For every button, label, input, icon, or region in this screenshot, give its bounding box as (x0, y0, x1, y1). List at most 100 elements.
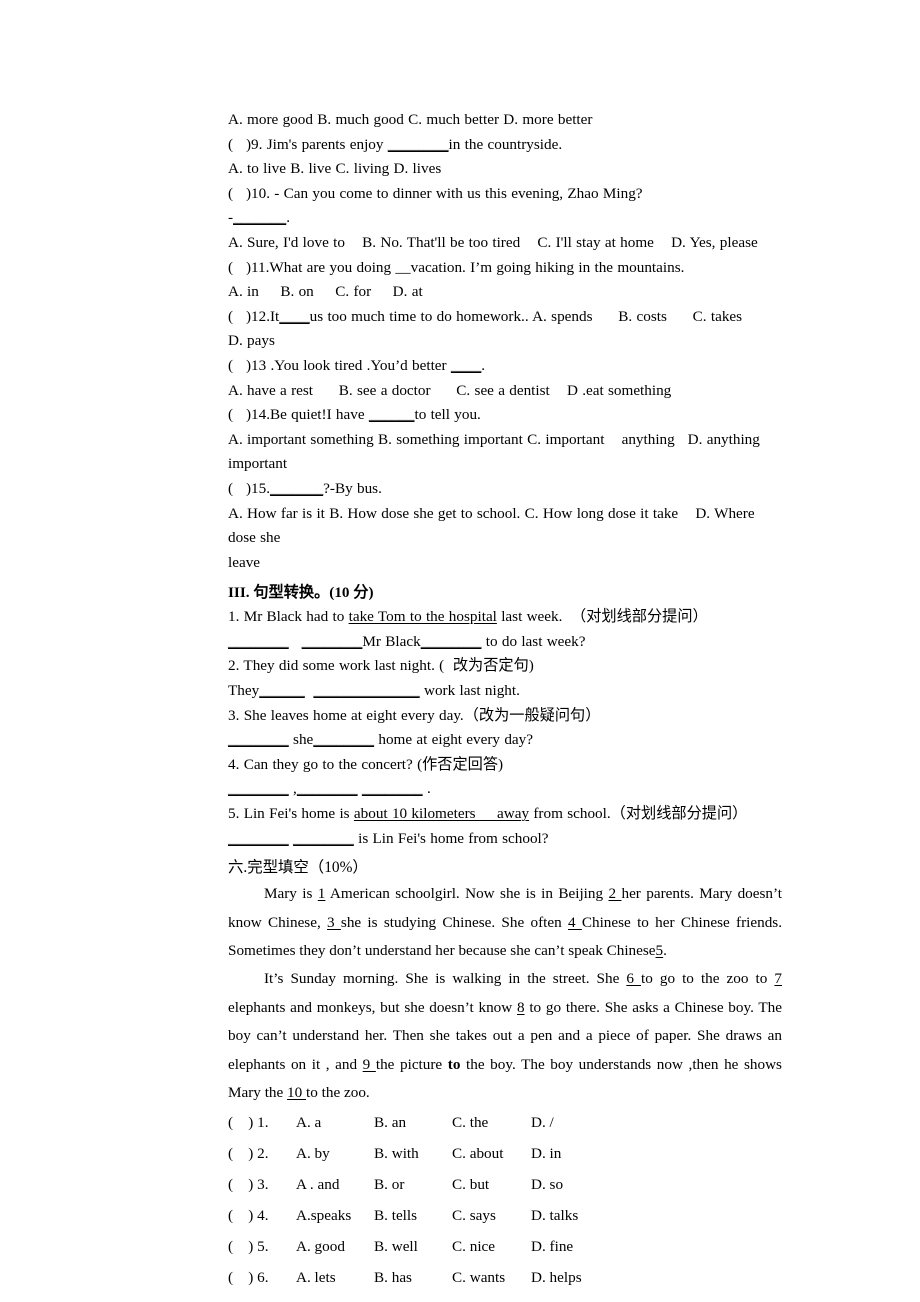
cloze-option-a[interactable]: A. good (296, 1231, 374, 1262)
cloze-option-row: ( ) 3. A . and B. or C. but D. so (228, 1169, 782, 1200)
q10-blank[interactable]: _______ (233, 209, 286, 226)
q14-suffix: to tell you. (414, 406, 481, 424)
cloze-option-c[interactable]: C. nice (452, 1231, 531, 1262)
s3q1-rest: last week. （对划线部分提问） (496, 608, 708, 626)
q9-suffix: in the countryside. (448, 135, 563, 153)
q10-options: A. Sure, I'd love to B. No. That'll be t… (228, 233, 758, 251)
q14-blank[interactable]: ______ (369, 406, 415, 423)
cloze-option-c[interactable]: C. says (452, 1200, 531, 1231)
q14-options: A. important something B. something impo… (228, 430, 765, 473)
q14-prefix: ( )14.Be quiet!I have (228, 406, 369, 424)
q15-options: A. How far is it B. How dose she get to … (228, 504, 759, 547)
q15-suffix: ?-By bus. (323, 479, 382, 497)
q8-options: A. more good B. much good C. much better… (228, 111, 593, 128)
cloze-option-number[interactable]: ( ) 3. (228, 1169, 296, 1200)
section3-question-4: 4. Can they go to the concert? (作否定回答) (228, 755, 504, 773)
question-13: ( )13 .You look tired .You’d better ____… (228, 354, 782, 379)
s3q4-blank-2[interactable]: ________ (297, 780, 358, 797)
s3q2-prefix: They (228, 682, 260, 700)
cloze-option-b[interactable]: B. has (374, 1262, 452, 1293)
s3q4-blank-3[interactable]: ________ (362, 780, 423, 797)
cloze-option-d[interactable]: D. in (531, 1138, 611, 1169)
s3q1-tail: to do last week? (481, 632, 586, 650)
q9-blank[interactable]: ________ (388, 136, 449, 153)
s3q5-rest: from school.（对划线部分提问） (529, 805, 748, 823)
cloze-blank-marker[interactable]: 3 (327, 914, 341, 931)
cloze-option-b[interactable]: B. or (374, 1169, 452, 1200)
s3q5-prefix: 5. Lin Fei's home is (228, 805, 354, 823)
s3q5-tail: is Lin Fei's home from school? (353, 829, 549, 847)
cloze-blank-marker[interactable]: 2 (608, 885, 621, 902)
s3q2-blank-3[interactable]: ________ (359, 682, 420, 699)
s3q5-blank-1[interactable]: ________ (228, 830, 289, 847)
cloze-option-a[interactable]: A. by (296, 1138, 374, 1169)
question-12: ( )12.It____us too much time to do homew… (228, 305, 782, 354)
s3q3-tail: home at eight every day? (374, 731, 533, 749)
cloze-option-d[interactable]: D. / (531, 1107, 611, 1138)
cloze-bold-word: to (447, 1055, 461, 1073)
cloze-blank-marker[interactable]: 4 (568, 914, 582, 931)
cloze-blank-marker[interactable]: 8 (517, 999, 525, 1016)
cloze-option-c[interactable]: C. the (452, 1107, 531, 1138)
q13-blank[interactable]: ____ (451, 357, 481, 374)
q11-options: A. in B. on C. for D. at (228, 283, 423, 301)
cloze-blank-marker[interactable]: 7 (774, 970, 782, 987)
cloze-option-c[interactable]: C. but (452, 1169, 531, 1200)
cloze-option-a[interactable]: A. a (296, 1107, 374, 1138)
s3q1-blank-2[interactable]: ________ (302, 633, 363, 650)
s3q2-tail: work last night. (419, 682, 520, 700)
cloze-option-d[interactable]: D. helps (531, 1262, 611, 1293)
s3q4-blank-1[interactable]: ________ (228, 780, 289, 797)
section3-question-1: 1. Mr Black had to take Tom to the hospi… (228, 605, 782, 630)
question-14: ( )14.Be quiet!I have ______to tell you. (228, 403, 782, 428)
q12-blank[interactable]: ____ (279, 308, 309, 325)
cloze-blank-marker[interactable]: 9 (363, 1056, 376, 1073)
cloze-option-a[interactable]: A. lets (296, 1262, 374, 1293)
s3q5-blank-2[interactable]: ________ (293, 830, 354, 847)
cloze-option-b[interactable]: B. an (374, 1107, 452, 1138)
cloze-blank-marker[interactable]: 5 (656, 942, 664, 959)
section3-answer-3: ________ she________ home at eight every… (228, 728, 782, 753)
s3q2-blank-1[interactable]: ______ (259, 682, 305, 699)
cloze-option-a[interactable]: A.speaks (296, 1200, 374, 1231)
q13-options: A. have a rest B. see a doctor C. see a … (228, 381, 672, 399)
section3-question-3: 3. She leaves home at eight every day.（改… (228, 706, 601, 724)
cloze-option-d[interactable]: D. so (531, 1169, 611, 1200)
cloze-option-number[interactable]: ( ) 2. (228, 1138, 296, 1169)
cloze-option-d[interactable]: D. fine (531, 1231, 611, 1262)
s3q1-gap (289, 633, 302, 650)
question-10: ( )10. - Can you come to dinner with us … (228, 184, 643, 202)
cloze-option-b[interactable]: B. well (374, 1231, 452, 1262)
q12-prefix: ( )12.It (228, 307, 280, 325)
cloze-option-row: ( ) 4. A.speaks B. tells C. says D. talks (228, 1200, 782, 1231)
cloze-text: It’s Sunday morning. She is walking in t… (264, 970, 627, 988)
cloze-option-number[interactable]: ( ) 5. (228, 1231, 296, 1262)
page-content: A. more good B. much good C. much better… (228, 108, 782, 1293)
q15-blank[interactable]: _______ (270, 480, 323, 497)
cloze-option-number[interactable]: ( ) 4. (228, 1200, 296, 1231)
s3q3-blank-1[interactable]: ________ (228, 731, 289, 748)
s3q3-blank-2[interactable]: ________ (313, 731, 374, 748)
q15-prefix: ( )15. (228, 479, 270, 497)
q9-options: A. to live B. live C. living D. lives (228, 160, 442, 178)
section3-answer-4: ________ ,________ ________ . (228, 777, 782, 802)
s3q1-blank-1[interactable]: ________ (228, 633, 289, 650)
cloze-option-a[interactable]: A . and (296, 1169, 374, 1200)
cloze-option-d[interactable]: D. talks (531, 1200, 611, 1231)
cloze-option-b[interactable]: B. with (374, 1138, 452, 1169)
cloze-passage: Mary is 1 American schoolgirl. Now she i… (228, 880, 782, 1107)
cloze-paragraph: Mary is 1 American schoolgirl. Now she i… (228, 880, 782, 965)
s3q1-blank-3[interactable]: ________ (421, 633, 482, 650)
cloze-option-b[interactable]: B. tells (374, 1200, 452, 1231)
section3-answer-2: They______ ______________ work last nigh… (228, 679, 782, 704)
cloze-option-c[interactable]: C. about (452, 1138, 531, 1169)
s3q2-blank-2[interactable]: ______ (313, 682, 359, 699)
section3-question-5: 5. Lin Fei's home is about 10 kilometers… (228, 802, 782, 827)
s3q4-tail: . (422, 780, 431, 798)
cloze-option-c[interactable]: C. wants (452, 1262, 531, 1293)
cloze-option-number[interactable]: ( ) 1. (228, 1107, 296, 1138)
exam-page: A. more good B. much good C. much better… (0, 0, 920, 1302)
cloze-option-number[interactable]: ( ) 6. (228, 1262, 296, 1293)
cloze-blank-marker[interactable]: 6 (626, 970, 641, 987)
cloze-blank-marker[interactable]: 10 (287, 1084, 306, 1101)
